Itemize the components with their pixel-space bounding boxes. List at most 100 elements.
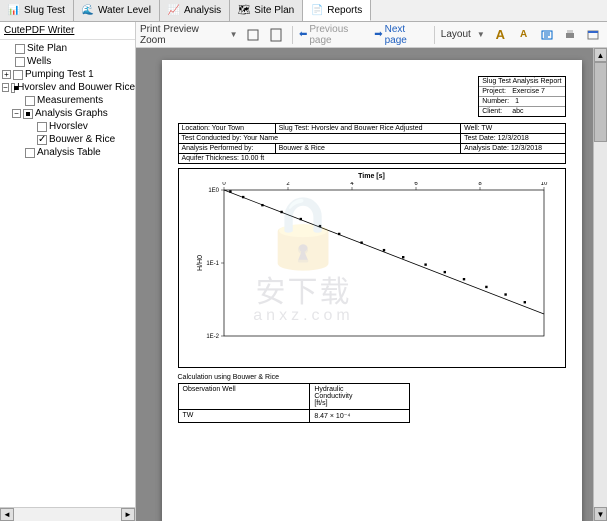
scroll-thumb[interactable] [594, 62, 607, 142]
calc-col2: Hydraulic Conductivity [ft/s] [310, 384, 410, 410]
tree-item-hvorslev[interactable]: −Hvorslev and Bouwer Rice [0, 81, 135, 94]
zoom-to-page-button[interactable] [244, 25, 263, 45]
tree-item-bouwer[interactable]: Bouwer & Rice [0, 133, 135, 146]
expand-icon[interactable]: + [2, 70, 11, 79]
checkbox[interactable] [25, 96, 35, 106]
content-area: Print Preview Zoom ▼ ⬅ Previous page ➡ N… [136, 22, 607, 521]
tree-label: Site Plan [27, 43, 67, 54]
preview-toolbar: Print Preview Zoom ▼ ⬅ Previous page ➡ N… [136, 22, 607, 48]
svg-text:0: 0 [222, 182, 226, 187]
checkbox[interactable] [23, 109, 33, 119]
tree-label: Hvorslev and Bouwer Rice [17, 82, 135, 93]
tree-label: Hvorslev [49, 121, 88, 132]
project-label: Project: [479, 87, 509, 96]
checkbox[interactable] [15, 44, 25, 54]
zoom-label: Print Preview Zoom [140, 24, 224, 46]
checkbox[interactable] [25, 148, 35, 158]
tree-item-analysis-graphs[interactable]: − Analysis Graphs [0, 107, 135, 120]
font-larger-button[interactable]: A [491, 25, 510, 45]
tree-label: Wells [27, 56, 51, 67]
collapse-icon[interactable]: − [2, 83, 9, 92]
layout-dropdown-icon[interactable]: ▼ [475, 30, 487, 39]
tab-reports[interactable]: 📄 Reports [303, 0, 371, 21]
number-label: Number: [479, 97, 512, 106]
tree-label: Analysis Table [37, 147, 101, 158]
tree-label: Pumping Test 1 [25, 69, 94, 80]
tree-item-hv[interactable]: Hvorslev [0, 120, 135, 133]
water-level-icon: 🌊 [82, 5, 94, 17]
checkbox[interactable] [37, 122, 47, 132]
tab-label: Slug Test [24, 5, 65, 16]
tab-slug-test[interactable]: 📊 Slug Test [0, 0, 74, 21]
reports-icon: 📄 [311, 4, 323, 16]
sidebar-h-scrollbar[interactable]: ◄ ► [0, 507, 135, 521]
checkbox[interactable] [13, 70, 23, 80]
tree-item-measurements[interactable]: Measurements [0, 94, 135, 107]
tab-label: Site Plan [254, 5, 294, 16]
site-plan-icon: 🗺 [238, 5, 250, 17]
tab-site-plan[interactable]: 🗺 Site Plan [230, 0, 303, 21]
tree-item-pumping[interactable]: + Pumping Test 1 [0, 68, 135, 81]
location-cell: Location: Your Town [178, 124, 275, 134]
zoom-dropdown-icon[interactable]: ▼ [228, 30, 240, 39]
slugtest-cell: Slug Test: Hvorslev and Bouwer Rice Adju… [275, 124, 461, 134]
svg-text:2: 2 [286, 182, 290, 187]
scroll-down-icon[interactable]: ▼ [594, 507, 607, 521]
report-header-box: Slug Test Analysis Report Project:Exerci… [478, 76, 565, 117]
tree-item-analysis-table[interactable]: Analysis Table [0, 146, 135, 159]
aquifer-cell: Aquifer Thickness: 10.00 ft [178, 154, 565, 164]
tree-label: Measurements [37, 95, 103, 106]
svg-text:8: 8 [478, 182, 482, 187]
nav-label: Next page [385, 24, 428, 46]
tree-item-site-plan[interactable]: Site Plan [0, 42, 135, 55]
analysis-chart: Time [s] 02468101E01E-11E-2H/H0 [178, 168, 566, 368]
analysis-icon: 📈 [168, 5, 180, 17]
project-value: Exercise 7 [509, 87, 548, 96]
calc-title: Calculation using Bouwer & Rice [178, 374, 566, 381]
print-button[interactable] [561, 25, 580, 45]
svg-text:1E-1: 1E-1 [206, 261, 219, 267]
svg-text:6: 6 [414, 182, 418, 187]
preview-v-scrollbar[interactable]: ▲ ▼ [593, 48, 607, 521]
report-title: Slug Test Analysis Report [479, 77, 564, 86]
svg-text:10: 10 [540, 182, 547, 187]
zoom-to-width-button[interactable] [267, 25, 286, 45]
previous-page-button[interactable]: ⬅ Previous page [299, 24, 370, 46]
checkbox[interactable] [15, 57, 25, 67]
svg-text:4: 4 [350, 182, 354, 187]
top-tab-bar: 📊 Slug Test 🌊 Water Level 📈 Analysis 🗺 S… [0, 0, 607, 22]
report-meta-table: Location: Your Town Slug Test: Hvorslev … [178, 123, 566, 164]
next-page-button[interactable]: ➡ Next page [374, 24, 428, 46]
checkbox[interactable] [37, 135, 47, 145]
svg-text:H/H0: H/H0 [197, 255, 204, 271]
checkbox[interactable] [11, 83, 16, 93]
tree-label: Analysis Graphs [35, 108, 108, 119]
analysisdate-cell: Analysis Date: 12/3/2018 [461, 144, 565, 154]
calc-table: Observation Well Hydraulic Conductivity … [178, 383, 411, 423]
scroll-track[interactable] [14, 508, 121, 521]
tab-analysis[interactable]: 📈 Analysis [160, 0, 230, 21]
export-button[interactable] [537, 25, 556, 45]
tab-water-level[interactable]: 🌊 Water Level [74, 0, 160, 21]
tree-item-wells[interactable]: Wells [0, 55, 135, 68]
scroll-up-icon[interactable]: ▲ [594, 48, 607, 62]
number-value: 1 [512, 97, 522, 106]
font-smaller-button[interactable]: A [514, 25, 533, 45]
tab-label: Reports [327, 5, 362, 16]
scroll-right-icon[interactable]: ► [121, 508, 135, 521]
scroll-track[interactable] [594, 142, 607, 507]
layout-label: Layout [441, 29, 471, 40]
report-page: Slug Test Analysis Report Project:Exerci… [162, 60, 582, 521]
scroll-left-icon[interactable]: ◄ [0, 508, 14, 521]
calc-well: TW [178, 410, 310, 423]
sidebar-title: CutePDF Writer [0, 22, 135, 40]
arrow-left-icon: ⬅ [299, 29, 307, 40]
method-cell: Bouwer & Rice [275, 144, 461, 154]
client-label: Client: [479, 107, 509, 116]
testdate-cell: Test Date: 12/3/2018 [461, 134, 565, 144]
tree-label: Bouwer & Rice [49, 134, 115, 145]
conducted-cell: Test Conducted by: Your Name [178, 134, 461, 144]
print-preview-area[interactable]: Slug Test Analysis Report Project:Exerci… [136, 48, 607, 521]
collapse-icon[interactable]: − [12, 109, 21, 118]
settings-button[interactable] [584, 25, 603, 45]
